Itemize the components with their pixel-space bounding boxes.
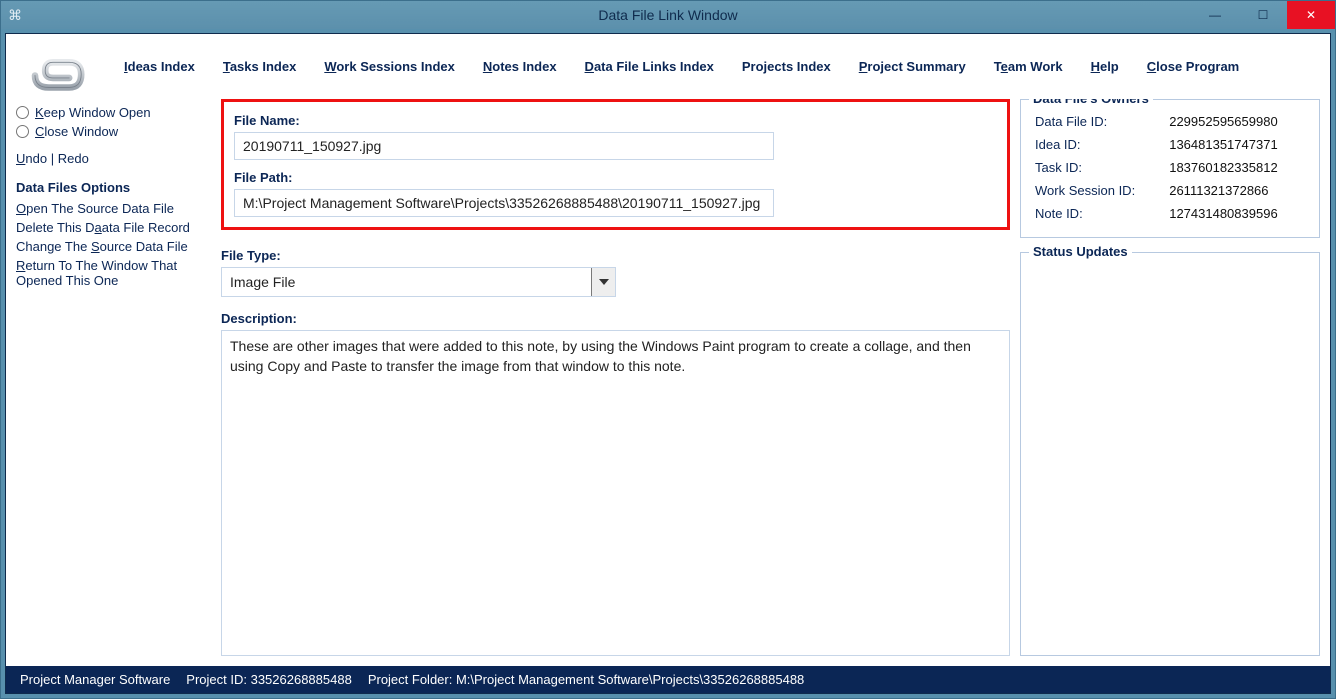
owners-row-value: 26111321372866 [1161, 179, 1307, 202]
menu-notes-index[interactable]: Notes Index [483, 59, 557, 74]
titlebar: ⌘ Data File Link Window ― ☐ ✕ [1, 1, 1335, 29]
owners-legend: Data File's Owners [1029, 99, 1153, 106]
undo-redo: Undo | Redo [16, 151, 211, 166]
menu-ideas-index[interactable]: Ideas Index [124, 59, 195, 74]
owners-rows: Data File ID:229952595659980Idea ID:1364… [1033, 110, 1307, 225]
file-name-label: File Name: [234, 113, 997, 128]
radio-keep-window-open[interactable]: Keep Window Open [16, 105, 211, 120]
radio-close-window[interactable]: Close Window [16, 124, 211, 139]
minimize-button[interactable]: ― [1191, 1, 1239, 29]
file-type-combo[interactable] [221, 267, 616, 297]
owners-row: Task ID:183760182335812 [1033, 156, 1307, 179]
radio-close-window-input[interactable] [16, 125, 29, 138]
file-path-input[interactable] [234, 189, 774, 217]
undo-link[interactable]: Undo [16, 151, 47, 166]
menu-close-program[interactable]: Close Program [1147, 59, 1239, 74]
owners-row-label: Task ID: [1033, 156, 1161, 179]
owners-groupbox: Data File's Owners Data File ID:22995259… [1020, 99, 1320, 238]
file-name-input[interactable] [234, 132, 774, 160]
menu-project-summary[interactable]: Project Summary [859, 59, 966, 74]
owners-row-value: 229952595659980 [1161, 110, 1307, 133]
app-glyph-icon: ⌘ [1, 7, 23, 24]
owners-row-label: Idea ID: [1033, 133, 1161, 156]
menu-band: Ideas Index Tasks Index Work Sessions In… [6, 34, 1330, 99]
footer-project-id: Project ID: 33526268885488 [186, 672, 352, 687]
open-source-file-link[interactable]: Open The Source Data File [16, 201, 211, 216]
file-type-label: File Type: [221, 248, 1010, 263]
owners-row-value: 183760182335812 [1161, 156, 1307, 179]
file-type-combo-wrap [221, 267, 616, 297]
owners-row: Work Session ID:26111321372866 [1033, 179, 1307, 202]
highlight-box: File Name: File Path: [221, 99, 1010, 230]
menu-help[interactable]: Help [1091, 59, 1119, 74]
menu-datafile-links[interactable]: Data File Links Index [585, 59, 714, 74]
footer: Project Manager Software Project ID: 335… [6, 666, 1330, 693]
window-frame: ⌘ Data File Link Window ― ☐ ✕ [0, 0, 1336, 699]
owners-row-value: 136481351747371 [1161, 133, 1307, 156]
radio-keep-window-open-input[interactable] [16, 106, 29, 119]
status-updates-legend: Status Updates [1029, 244, 1132, 259]
change-source-file-link[interactable]: Change The Source Data File [16, 239, 211, 254]
menu-tasks-index[interactable]: Tasks Index [223, 59, 296, 74]
owners-table: Data File ID:229952595659980Idea ID:1364… [1033, 110, 1307, 225]
window-title: Data File Link Window [598, 7, 737, 23]
owners-row: Note ID:127431480839596 [1033, 202, 1307, 225]
sidebar-section-header: Data Files Options [16, 180, 211, 195]
app-logo-icon [16, 39, 96, 94]
maximize-button[interactable]: ☐ [1239, 1, 1287, 29]
right-column: Data File's Owners Data File ID:22995259… [1020, 99, 1320, 656]
close-button[interactable]: ✕ [1287, 1, 1335, 29]
owners-row-label: Work Session ID: [1033, 179, 1161, 202]
description-label: Description: [221, 311, 1010, 326]
redo-link[interactable]: Redo [58, 151, 89, 166]
menu-team-work[interactable]: Team Work [994, 59, 1063, 74]
menu-projects-index[interactable]: Projects Index [742, 59, 831, 74]
sidebar: Keep Window Open Close Window Undo | Red… [16, 99, 211, 656]
menu-work-sessions[interactable]: Work Sessions Index [324, 59, 455, 74]
body-row: Keep Window Open Close Window Undo | Red… [6, 99, 1330, 666]
owners-row-label: Data File ID: [1033, 110, 1161, 133]
client-area: Ideas Index Tasks Index Work Sessions In… [5, 33, 1331, 694]
file-path-label: File Path: [234, 170, 997, 185]
return-window-link[interactable]: Return To The Window That Opened This On… [16, 258, 211, 288]
owners-row-value: 127431480839596 [1161, 202, 1307, 225]
delete-record-link[interactable]: Delete This Daata File Record [16, 220, 211, 235]
owners-row: Idea ID:136481351747371 [1033, 133, 1307, 156]
center-form: File Name: File Path: File Type: Descrip… [221, 99, 1010, 656]
footer-app-name: Project Manager Software [20, 672, 170, 687]
window-buttons: ― ☐ ✕ [1191, 1, 1335, 29]
owners-row: Data File ID:229952595659980 [1033, 110, 1307, 133]
footer-folder: Project Folder: M:\Project Management So… [368, 672, 804, 687]
description-textarea[interactable] [221, 330, 1010, 656]
status-updates-groupbox: Status Updates [1020, 252, 1320, 656]
owners-row-label: Note ID: [1033, 202, 1161, 225]
status-updates-body [1033, 263, 1307, 643]
